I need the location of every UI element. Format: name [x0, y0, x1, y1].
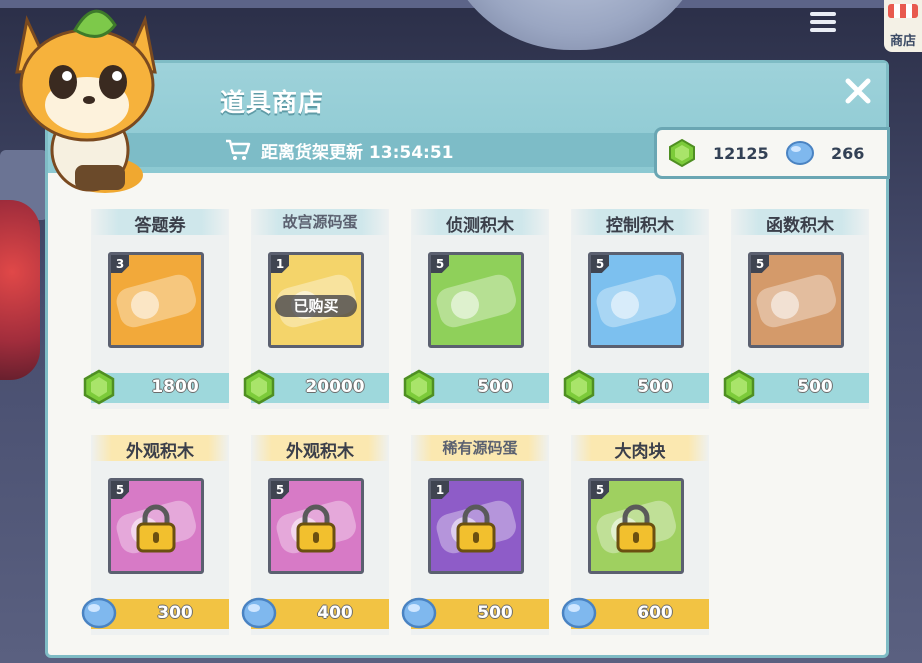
price-button[interactable]: 1800: [83, 369, 229, 405]
shop-awning-icon: [888, 4, 918, 18]
item-price: 400: [317, 603, 353, 623]
purchased-label: 已购买: [275, 295, 357, 317]
green-gem-icon: [669, 138, 695, 168]
cart-icon: [226, 139, 251, 160]
item-name: 稀有源码蛋: [442, 439, 518, 457]
item-name: 故宫源码蛋: [282, 213, 358, 231]
shop-corner-button[interactable]: 商店: [884, 0, 922, 52]
green-gem-icon: [403, 369, 435, 405]
item-image-frame: 5: [428, 252, 524, 348]
blue-currency-amount: 266: [831, 144, 865, 163]
close-icon[interactable]: [840, 73, 876, 109]
green-gem-icon: [243, 369, 275, 405]
price-button[interactable]: 300: [81, 597, 229, 629]
item-grid: 答题券 3 1800 故宫源码蛋 1 已购买 20000 侦测积木 5 500 …: [48, 173, 886, 658]
item-image-frame: 3: [108, 252, 204, 348]
lock-icon: [136, 504, 176, 553]
item-price: 500: [477, 377, 513, 397]
shop-title: 道具商店: [220, 88, 325, 117]
item-image-frame: 5: [588, 478, 684, 574]
price-button[interactable]: 600: [561, 597, 709, 629]
lock-icon: [616, 504, 656, 553]
item-price: 600: [637, 603, 673, 623]
item-price: 500: [477, 603, 513, 623]
refresh-timer: 距离货架更新 13:54:51: [261, 138, 454, 163]
shop-item-card[interactable]: 大肉块 5 600: [561, 435, 709, 635]
item-name: 外观积木: [286, 442, 354, 462]
item-image-frame: 5: [748, 252, 844, 348]
price-button[interactable]: 500: [563, 369, 709, 405]
shop-item-card[interactable]: 稀有源码蛋 1 500: [401, 435, 549, 635]
shop-item-card[interactable]: 侦测积木 5 500: [403, 209, 549, 409]
blue-crystal-icon: [401, 597, 437, 629]
price-button[interactable]: 500: [723, 369, 869, 405]
item-name: 大肉块: [614, 442, 666, 462]
item-price: 300: [157, 603, 193, 623]
item-image-frame: 5: [108, 478, 204, 574]
shop-item-card[interactable]: 外观积木 5 300: [81, 435, 229, 635]
item-price: 1800: [151, 377, 199, 397]
shop-item-card[interactable]: 控制积木 5 500: [563, 209, 709, 409]
blue-crystal-icon: [241, 597, 277, 629]
background-planet: [440, 0, 710, 50]
item-name: 函数积木: [766, 216, 834, 236]
shop-item-card[interactable]: 函数积木 5 500: [723, 209, 869, 409]
item-image-frame: 1 已购买: [268, 252, 364, 348]
timer-value: 13:54:51: [368, 143, 454, 163]
background-robot: [0, 200, 40, 380]
item-price: 500: [637, 377, 673, 397]
green-gem-icon: [83, 369, 115, 405]
item-image-frame: 5: [588, 252, 684, 348]
item-image-frame: 1: [428, 478, 524, 574]
green-currency-amount: 12125: [713, 144, 769, 163]
lock-icon: [296, 504, 336, 553]
item-name: 侦测积木: [446, 216, 514, 236]
price-button[interactable]: 500: [401, 597, 549, 629]
blue-crystal-icon: [81, 597, 117, 629]
shop-corner-label: 商店: [890, 34, 917, 49]
currency-display: 12125 266: [654, 127, 890, 179]
item-name: 答题券: [134, 216, 186, 236]
shop-item-card[interactable]: 外观积木 5 400: [241, 435, 389, 635]
price-button[interactable]: 500: [403, 369, 549, 405]
fox-mascot: [15, 9, 157, 193]
price-button[interactable]: 20000: [243, 369, 389, 405]
item-image-frame: 5: [268, 478, 364, 574]
timer-label: 距离货架更新: [261, 143, 363, 163]
green-gem-icon: [563, 369, 595, 405]
blue-crystal-icon: [786, 141, 814, 165]
blue-crystal-icon: [561, 597, 597, 629]
item-price: 20000: [305, 377, 365, 397]
lock-icon: [456, 504, 496, 553]
shop-item-card[interactable]: 答题券 3 1800: [83, 209, 229, 409]
item-name: 外观积木: [126, 442, 194, 462]
item-name: 控制积木: [606, 216, 674, 236]
menu-icon[interactable]: [810, 8, 836, 38]
item-price: 500: [797, 377, 833, 397]
green-gem-icon: [723, 369, 755, 405]
shop-item-card[interactable]: 故宫源码蛋 1 已购买 20000: [243, 209, 389, 409]
price-button[interactable]: 400: [241, 597, 389, 629]
